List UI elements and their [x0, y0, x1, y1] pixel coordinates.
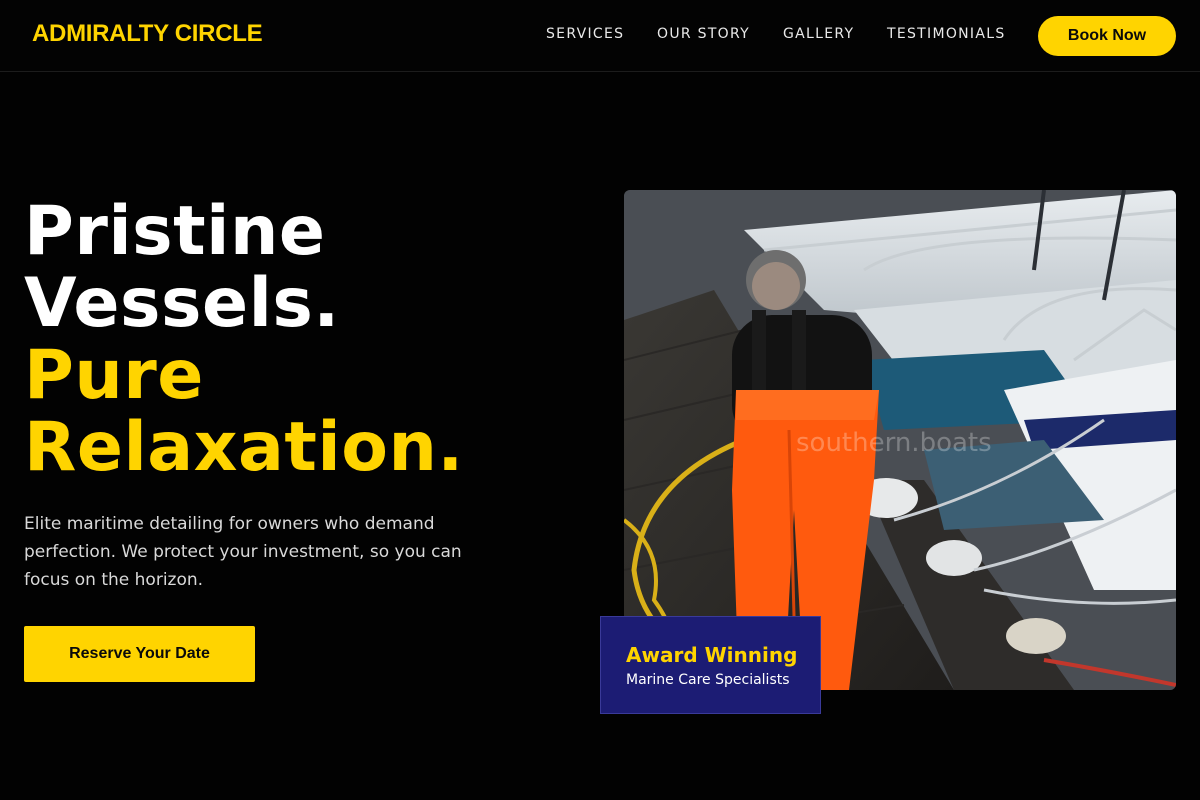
nav-link-testimonials[interactable]: TESTIMONIALS: [887, 26, 1006, 42]
headline-line-3: Pure: [24, 336, 204, 415]
headline-line-2: Vessels.: [24, 264, 340, 343]
site-header: ADMIRALTY CIRCLE SERVICES OUR STORY GALL…: [0, 0, 1200, 72]
photo-watermark: southern.boats: [796, 428, 992, 458]
book-now-button[interactable]: Book Now: [1038, 16, 1176, 56]
nav-link-services[interactable]: SERVICES: [546, 26, 624, 42]
hero-headline: Pristine Vessels. Pure Relaxation.: [24, 196, 464, 484]
headline-line-1: Pristine: [24, 192, 326, 271]
headline-line-4: Relaxation.: [24, 408, 464, 487]
badge-title: Award Winning: [626, 643, 798, 667]
reserve-date-button[interactable]: Reserve Your Date: [24, 626, 255, 682]
badge-subtitle: Marine Care Specialists: [626, 672, 790, 688]
hero-description: Elite maritime detailing for owners who …: [24, 514, 462, 590]
nav-link-gallery[interactable]: GALLERY: [783, 26, 854, 42]
main-nav: SERVICES OUR STORY GALLERY TESTIMONIALS: [0, 26, 1200, 46]
nav-link-our-story[interactable]: OUR STORY: [657, 26, 750, 42]
award-badge: Award Winning Marine Care Specialists: [600, 616, 821, 714]
hero-photo: southern.boats: [624, 190, 1176, 690]
